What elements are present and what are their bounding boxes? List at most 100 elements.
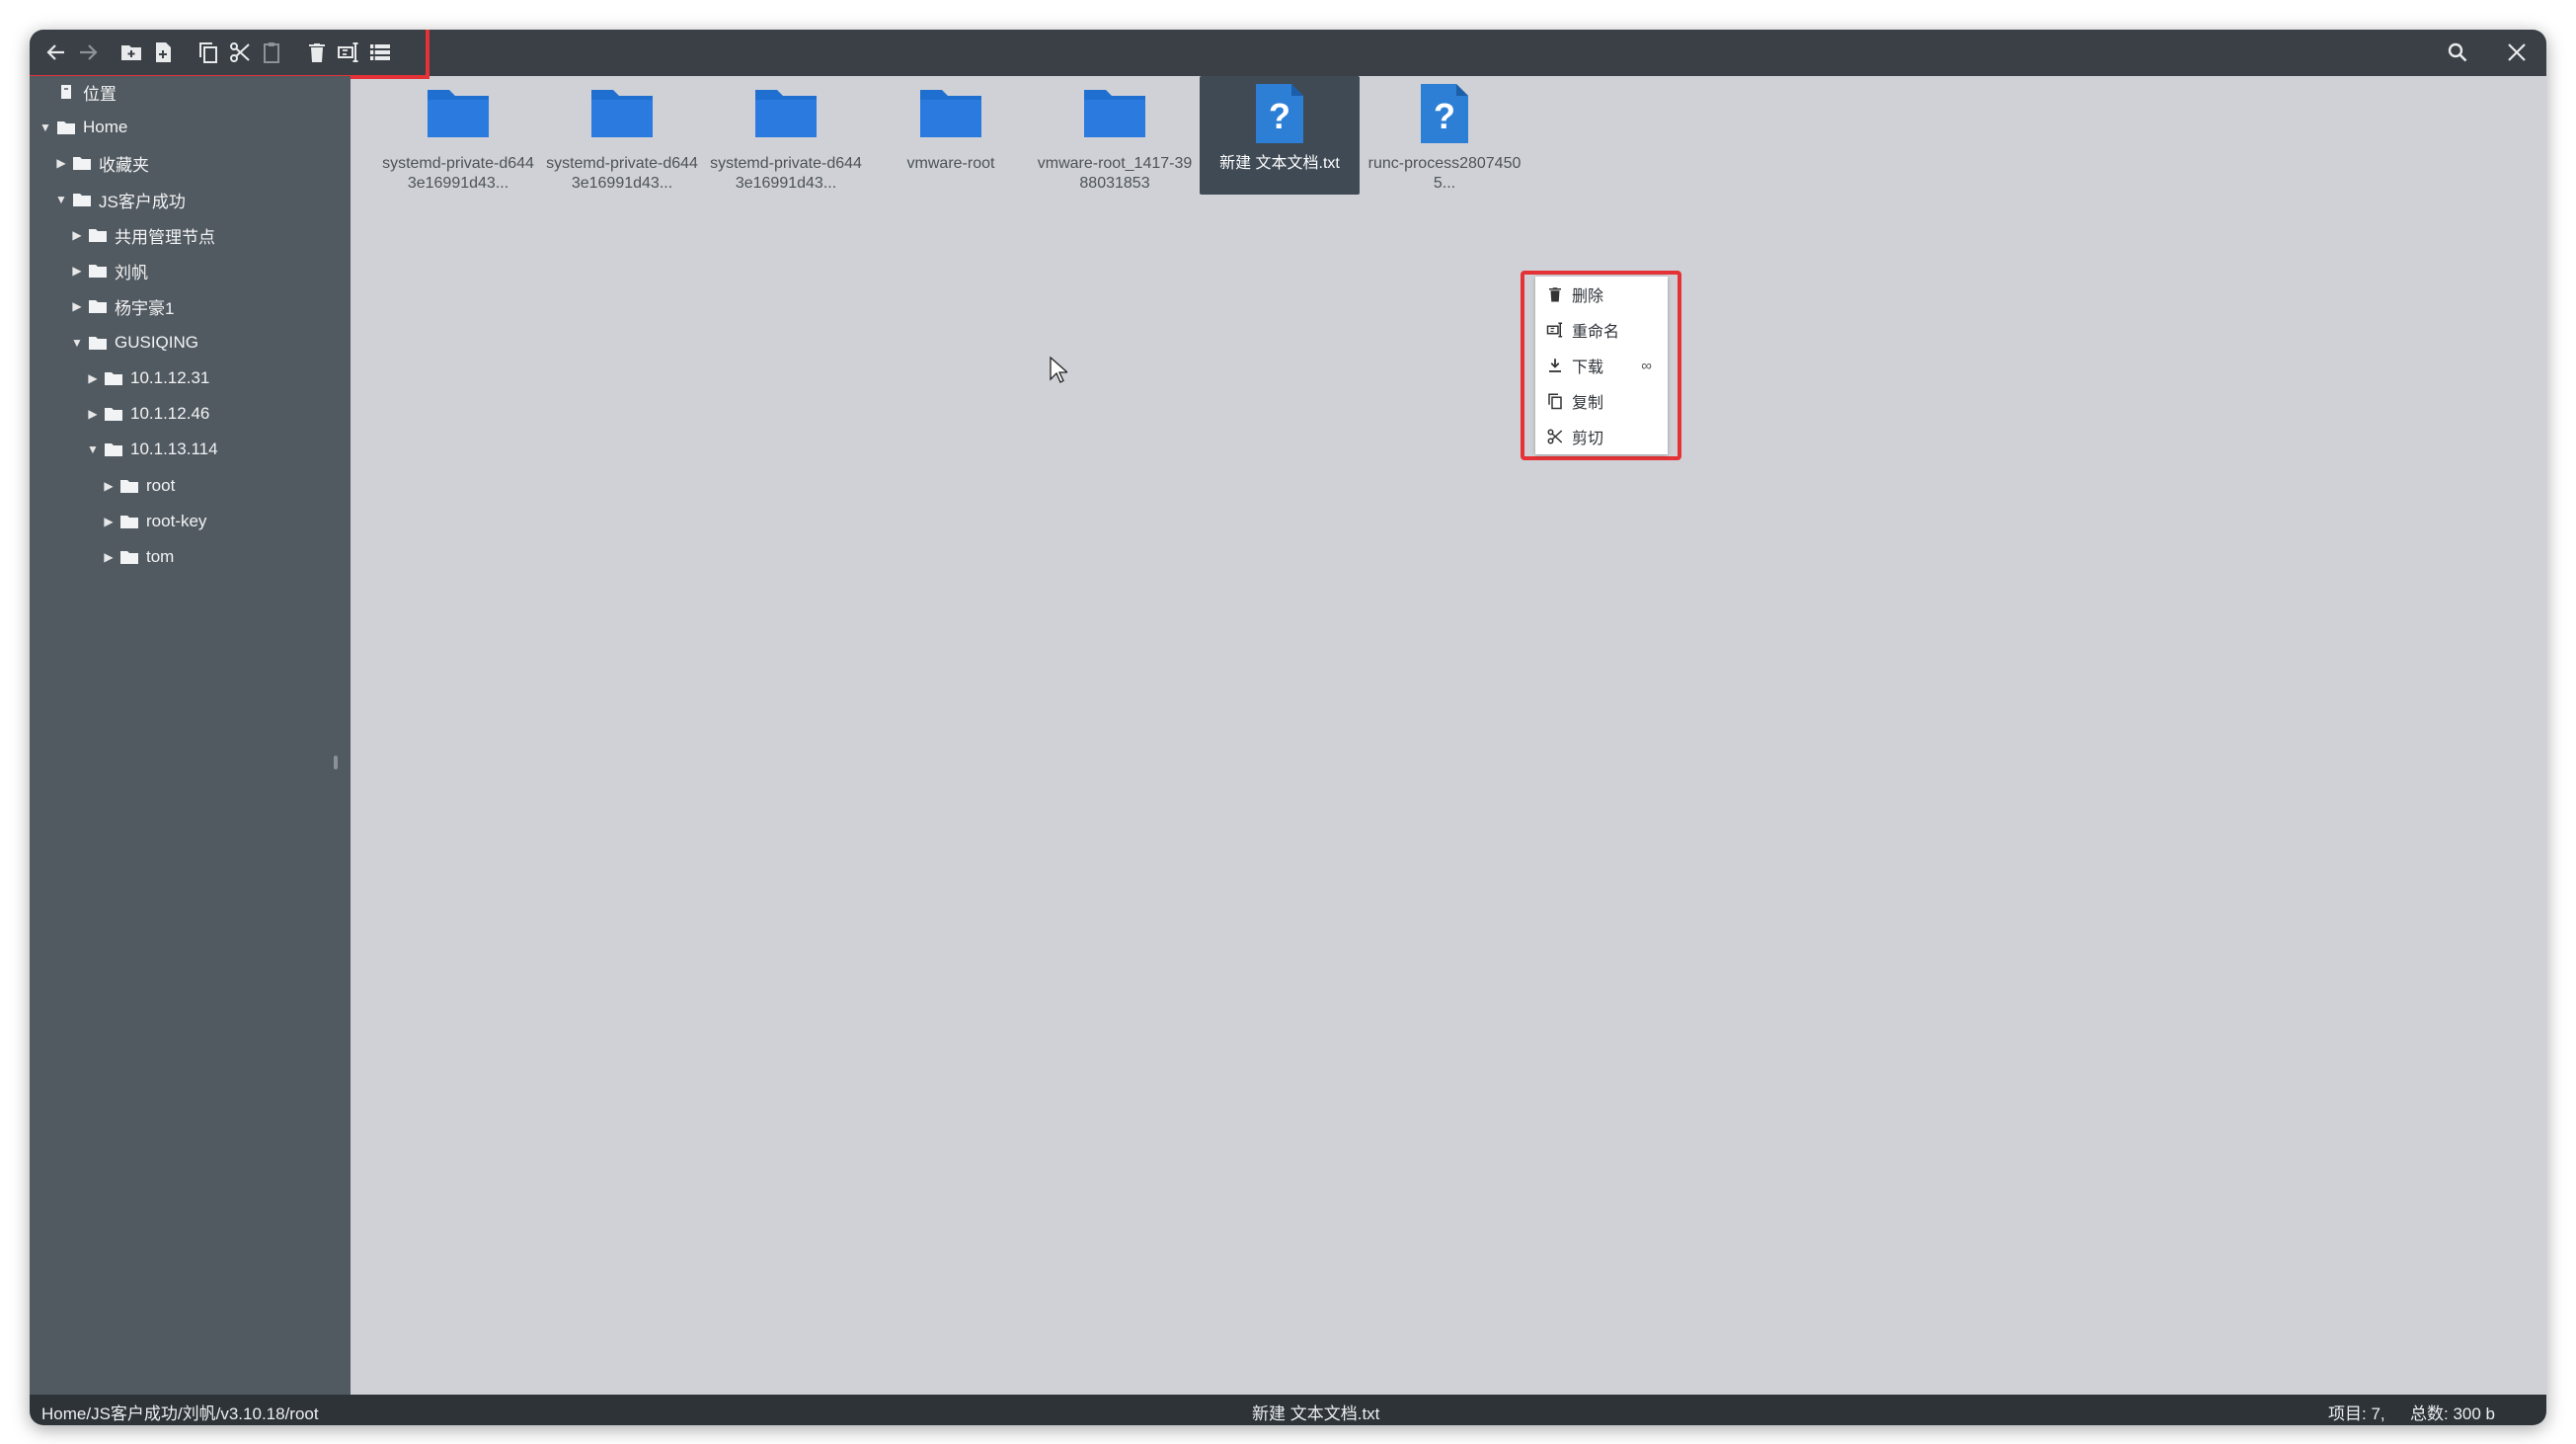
new-folder-button[interactable] <box>115 36 148 69</box>
rename-icon <box>338 42 358 62</box>
collapse-caret-icon[interactable]: ▶ <box>69 228 85 242</box>
sidebar-item[interactable]: ▼ Home <box>38 110 127 145</box>
menu-item-download[interactable]: 下载 ∞ <box>1535 348 1668 383</box>
sidebar-item-label: root <box>146 476 176 495</box>
menu-item-cut[interactable]: 剪切 <box>1535 419 1668 454</box>
clipboard-icon <box>264 42 279 63</box>
folder-icon <box>89 300 107 313</box>
sidebar-item[interactable]: ▶ 刘帆 <box>69 253 148 288</box>
file-name: systemd-private-d6443e16991d43... <box>382 155 534 192</box>
expand-caret-icon[interactable]: ▼ <box>38 120 53 134</box>
status-path: Home/JS客户成功/刘帆/v3.10.18/root <box>41 1404 319 1423</box>
file-name: systemd-private-d6443e16991d43... <box>710 155 862 192</box>
close-icon <box>2508 43 2526 61</box>
list-view-icon <box>370 44 390 60</box>
trash-icon <box>309 43 325 62</box>
sidebar-item-label: 杨宇豪1 <box>115 298 175 318</box>
sidebar-item[interactable]: ▶ root <box>101 468 175 504</box>
new-file-icon <box>156 42 171 62</box>
search-icon <box>2448 42 2467 62</box>
collapse-caret-icon[interactable]: ▶ <box>101 550 117 564</box>
rename-icon <box>1546 322 1563 338</box>
file-item[interactable]: ? 新建 文本文档.txt <box>1200 76 1360 195</box>
folder-icon <box>57 121 75 134</box>
folder-icon <box>120 516 138 528</box>
menu-item-label: 复制 <box>1572 395 1604 412</box>
folder-item[interactable]: systemd-private-d6443e16991d43... <box>706 76 866 195</box>
sidebar-item-label: tom <box>146 547 175 566</box>
folder-item[interactable]: vmware-root <box>871 76 1031 195</box>
expand-caret-icon[interactable]: ▼ <box>53 193 69 206</box>
unknown-file-icon: ? <box>1421 84 1468 143</box>
status-total-size: 总数: 300 b <box>2410 1404 2495 1423</box>
menu-item-rename[interactable]: 重命名 <box>1535 312 1668 348</box>
collapse-caret-icon[interactable]: ▶ <box>69 264 85 278</box>
sidebar-item-label: JS客户成功 <box>99 192 186 211</box>
sidebar-item[interactable]: ▼ JS客户成功 <box>53 182 186 217</box>
sidebar-item[interactable]: ▼ GUSIQING <box>69 325 198 361</box>
arrow-left-icon <box>46 44 64 60</box>
rename-button[interactable] <box>332 36 365 69</box>
folder-icon <box>73 157 91 170</box>
folder-icon <box>920 90 981 137</box>
sidebar-item[interactable]: ▶ 杨宇豪1 <box>69 288 174 324</box>
sidebar-item[interactable]: ▶ 共用管理节点 <box>69 217 215 253</box>
sidebar-item-label: 收藏夹 <box>99 155 149 175</box>
sidebar-item[interactable]: ▶ 10.1.12.46 <box>85 396 209 432</box>
folder-icon <box>105 408 122 421</box>
sidebar-item-label: 10.1.12.46 <box>130 404 210 423</box>
sidebar-item[interactable]: ▼ 10.1.13.114 <box>85 432 218 467</box>
sidebar-item[interactable]: ▶ root-key <box>101 504 206 539</box>
new-file-button[interactable] <box>146 36 180 69</box>
new-folder-icon <box>121 45 141 60</box>
back-button[interactable] <box>39 36 73 69</box>
folder-icon <box>89 229 107 242</box>
sidebar-item-label: 10.1.13.114 <box>130 440 218 458</box>
file-item[interactable]: ? runc-process28074505... <box>1365 76 1524 195</box>
collapse-caret-icon[interactable]: ▶ <box>69 299 85 313</box>
folder-item[interactable]: systemd-private-d6443e16991d43... <box>378 76 538 195</box>
sidebar: 位置 ▼ Home ▶ 收藏夹 ▼ JS客户成功 ▶ 共用管理节点 ▶ 刘帆 ▶ 杨宇豪1 ▼ GUSIQI… <box>30 76 351 1395</box>
expand-caret-icon[interactable]: ▼ <box>69 336 85 350</box>
expand-caret-icon[interactable]: ▼ <box>85 442 101 456</box>
sidebar-item-label: 10.1.12.31 <box>130 368 210 387</box>
folder-icon <box>89 265 107 278</box>
copy-button[interactable] <box>192 36 225 69</box>
sidebar-item[interactable]: ▶ 10.1.12.31 <box>85 361 209 396</box>
toolbar <box>30 30 2546 79</box>
collapse-caret-icon[interactable]: ▶ <box>85 407 101 421</box>
collapse-caret-icon[interactable]: ▶ <box>53 156 69 170</box>
close-button[interactable] <box>2500 36 2534 69</box>
folder-icon <box>591 90 653 137</box>
folder-icon <box>73 194 91 206</box>
sidebar-item[interactable]: ▶ 收藏夹 <box>53 145 149 181</box>
sidebar-item[interactable]: 位置 <box>38 74 117 110</box>
collapse-caret-icon[interactable]: ▶ <box>85 371 101 385</box>
cut-button[interactable] <box>223 36 257 69</box>
folder-icon <box>120 480 138 493</box>
folder-icon <box>1084 90 1145 137</box>
search-button[interactable] <box>2441 36 2474 69</box>
context-menu: 删除 重命名 下载 ∞ 复制 剪切 <box>1521 271 1681 460</box>
folder-item[interactable]: systemd-private-d6443e16991d43... <box>542 76 702 195</box>
menu-item-delete[interactable]: 删除 <box>1535 277 1668 312</box>
collapse-caret-icon[interactable]: ▶ <box>101 479 117 493</box>
download-link-icon[interactable]: ∞ <box>1641 358 1652 374</box>
scissors-icon <box>1547 429 1563 444</box>
trash-icon <box>1549 287 1561 302</box>
menu-item-copy[interactable]: 复制 <box>1535 383 1668 419</box>
arrow-right-icon <box>80 44 98 60</box>
view-toggle-button[interactable] <box>363 36 397 69</box>
file-name: runc-process28074505... <box>1367 155 1522 192</box>
sidebar-item-label: 位置 <box>83 84 117 104</box>
sidebar-item[interactable]: ▶ tom <box>101 539 174 575</box>
paste-button[interactable] <box>255 36 288 69</box>
menu-item-label: 剪切 <box>1572 431 1604 447</box>
sidebar-resize-handle[interactable] <box>334 756 338 769</box>
menu-item-label: 下载 <box>1572 360 1604 376</box>
collapse-caret-icon[interactable]: ▶ <box>101 515 117 528</box>
delete-button[interactable] <box>300 36 334 69</box>
context-menu-panel: 删除 重命名 下载 ∞ 复制 剪切 <box>1535 277 1668 454</box>
forward-button[interactable] <box>71 36 105 69</box>
folder-item[interactable]: vmware-root_1417-3988031853 <box>1035 76 1195 195</box>
